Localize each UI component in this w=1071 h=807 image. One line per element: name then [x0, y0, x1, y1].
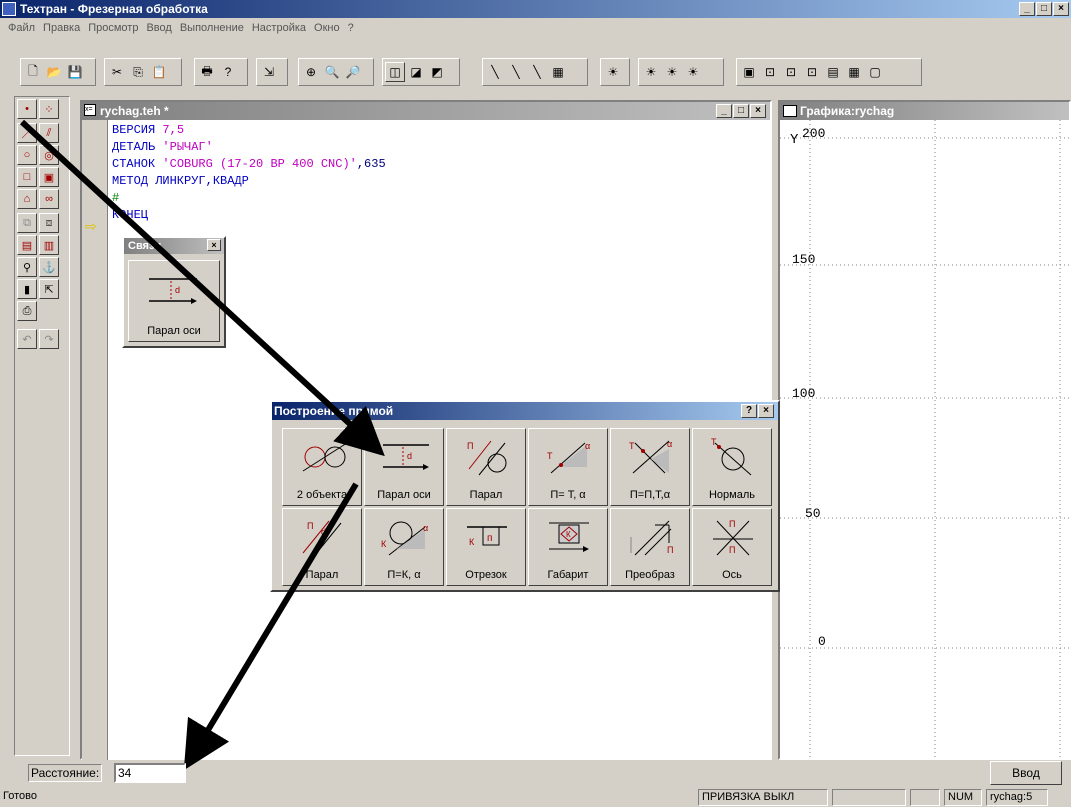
arrow-to-parallel-axis: [19, 119, 385, 457]
status-bar: Готово ПРИВЯЗКА ВЫКЛ NUM rychag:5: [0, 788, 1071, 807]
arrow-to-distance-field: [183, 482, 359, 771]
status-ready: Готово: [3, 790, 37, 802]
distance-input[interactable]: [114, 763, 186, 783]
file-line-status: rychag:5: [986, 789, 1048, 806]
prompt-bar: Расстояние: Ввод: [0, 760, 1071, 786]
num-status: NUM: [944, 789, 982, 806]
snap-status: ПРИВЯЗКА ВЫКЛ: [698, 789, 828, 806]
distance-label: Расстояние:: [28, 764, 103, 782]
status-empty-1: [832, 789, 906, 806]
enter-button[interactable]: Ввод: [990, 761, 1062, 785]
annotation-arrows: [19, 119, 385, 771]
status-empty-2: [910, 789, 940, 806]
